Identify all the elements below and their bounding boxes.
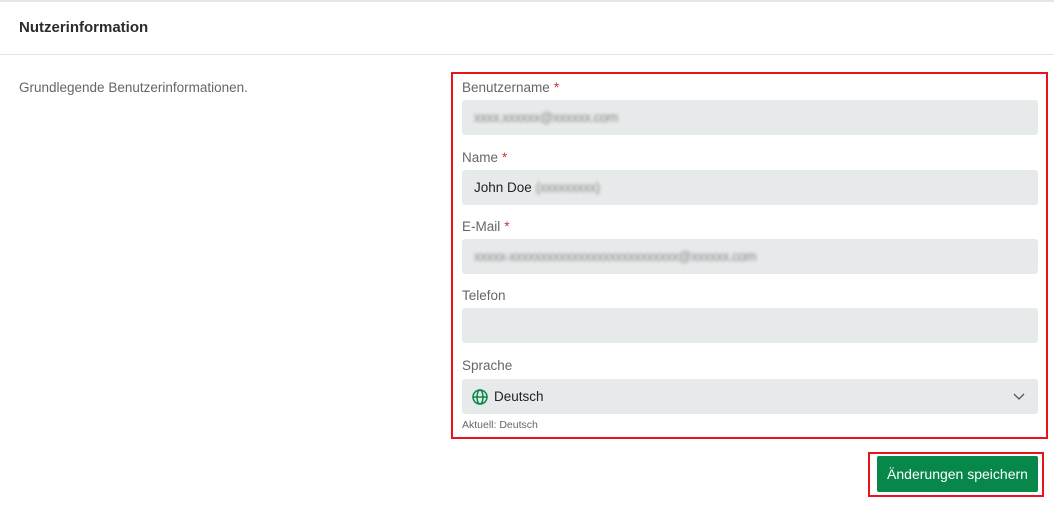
username-label: Benutzername *	[462, 80, 560, 95]
language-helper-text: Aktuell: Deutsch	[462, 419, 538, 431]
name-label: Name *	[462, 150, 508, 165]
top-border	[0, 0, 1054, 2]
email-field[interactable]: xxxxx-xxxxxxxxxxxxxxxxxxxxxxxxxxx@xxxxxx…	[462, 239, 1038, 274]
chevron-down-icon	[1013, 393, 1025, 400]
name-value: John Doe	[474, 180, 532, 195]
language-label: Sprache	[462, 358, 513, 373]
name-value-obscured: (xxxxxxxxx)	[535, 180, 601, 195]
save-changes-button[interactable]: Änderungen speichern	[877, 456, 1038, 492]
divider	[0, 54, 1054, 55]
globe-icon	[472, 388, 488, 405]
email-label: E-Mail *	[462, 219, 510, 234]
language-select[interactable]: Deutsch	[462, 379, 1038, 414]
section-description: Grundlegende Benutzerinformationen.	[19, 80, 248, 95]
language-value: Deutsch	[494, 389, 544, 404]
phone-field[interactable]	[462, 308, 1038, 343]
username-field[interactable]: xxxx.xxxxxx@xxxxxx.com	[462, 100, 1038, 135]
email-value: xxxxx-xxxxxxxxxxxxxxxxxxxxxxxxxxx@xxxxxx…	[474, 249, 756, 264]
name-field[interactable]: John Doe (xxxxxxxxx)	[462, 170, 1038, 205]
section-title: Nutzerinformation	[19, 19, 149, 36]
username-value: xxxx.xxxxxx@xxxxxx.com	[474, 110, 618, 125]
phone-label: Telefon	[462, 288, 506, 303]
